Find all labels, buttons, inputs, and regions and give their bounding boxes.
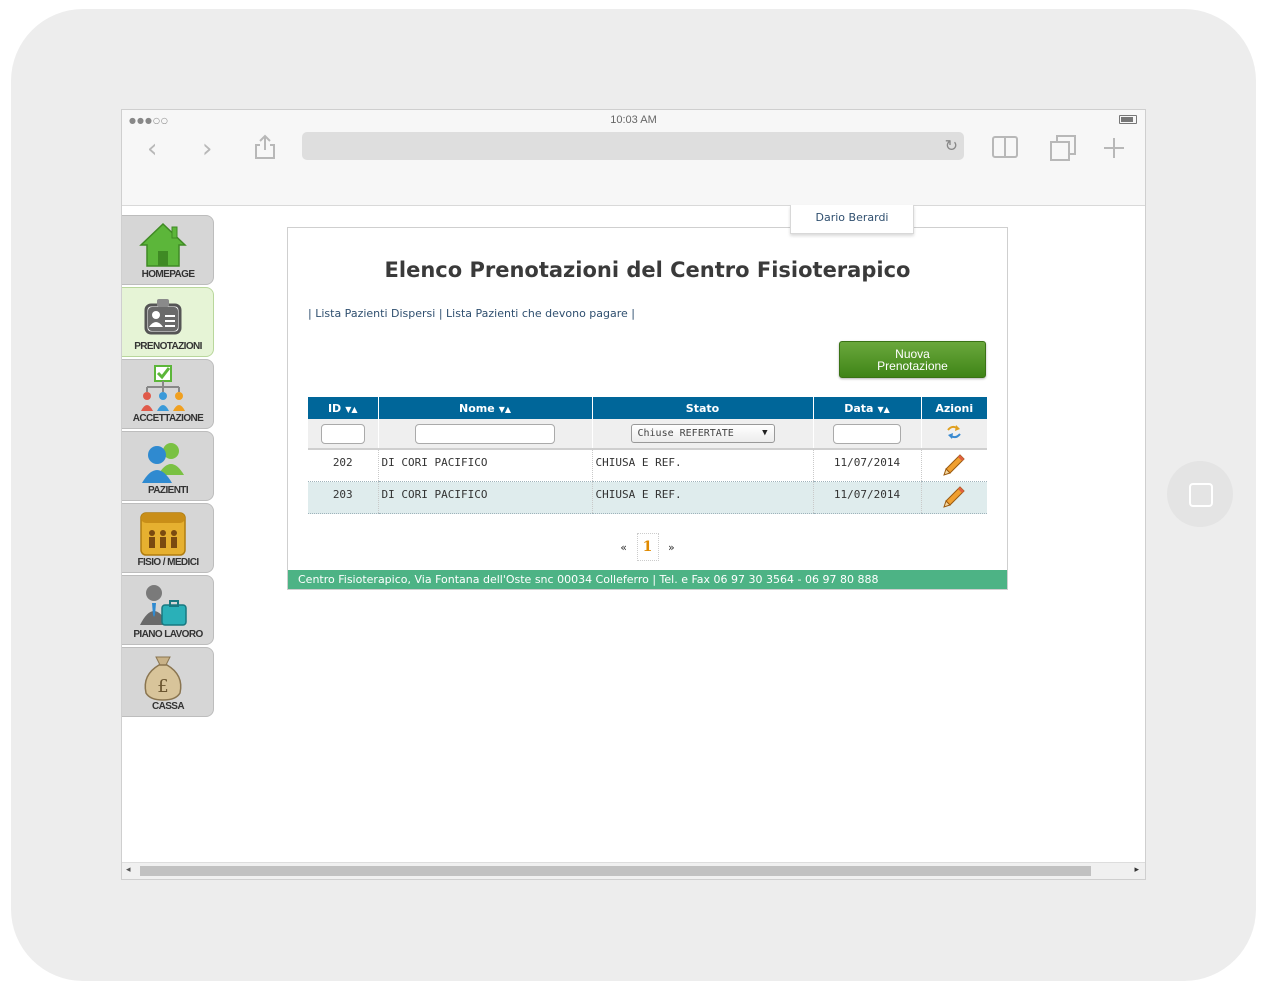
cell-id: 202 <box>308 449 378 482</box>
column-header-data[interactable]: Data ▼▲ <box>812 397 921 419</box>
link-pazienti-da-pagare[interactable]: Lista Pazienti che devono pagare <box>446 307 628 320</box>
cell-nome: DI CORI PACIFICO <box>377 481 592 514</box>
cell-data: 11/07/2014 <box>812 481 921 514</box>
column-header-id[interactable]: ID ▼▲ <box>308 397 378 419</box>
sidebar-item-accettazione[interactable]: ACCETTAZIONE <box>122 359 214 429</box>
cell-azioni <box>920 449 987 482</box>
link-separator: | <box>631 307 636 320</box>
back-icon[interactable]: ‹ <box>147 136 157 162</box>
sidebar-item-label: PIANO LAVORO <box>133 629 203 640</box>
users-icon <box>142 443 184 483</box>
home-icon <box>139 222 187 267</box>
horizontal-scrollbar[interactable]: ◂ ▸ <box>122 862 1145 879</box>
footer: Centro Fisioterapico, Via Fontana dell'O… <box>288 570 1007 589</box>
sidebar-item-label: PAZIENTI <box>147 485 189 496</box>
user-menu[interactable]: Dario Berardi <box>790 205 914 234</box>
pager-prev[interactable]: « <box>620 541 627 554</box>
link-separator: | <box>308 307 312 320</box>
header-label: Nome <box>459 401 495 415</box>
filter-row: Chiuse REFERTATE ▼ <box>308 419 987 450</box>
filter-stato-select[interactable]: Chiuse REFERTATE ▼ <box>630 424 775 443</box>
forward-icon[interactable]: › <box>202 136 212 162</box>
pager-page-current[interactable]: 1 <box>636 533 659 561</box>
sidebar-item-label: PRENOTAZIONI <box>134 341 202 352</box>
cell-nome: DI CORI PACIFICO <box>377 449 592 482</box>
cell-data: 11/07/2014 <box>812 449 921 482</box>
status-time: 10:03 AM <box>610 114 657 126</box>
id-card-icon <box>144 299 182 335</box>
link-pazienti-dispersi[interactable]: Lista Pazienti Dispersi <box>315 307 435 320</box>
reload-icon[interactable]: ↻ <box>945 136 958 155</box>
cell-stato: CHIUSA E REF. <box>591 449 813 482</box>
reset-filter-icon[interactable] <box>945 424 963 440</box>
sidebar-item-fisio-medici[interactable]: FISIO / MEDICI <box>122 503 214 573</box>
new-tab-icon[interactable] <box>1103 137 1125 163</box>
header-label: ID <box>327 401 342 415</box>
bookings-table: ID ▼▲ Nome ▼▲ Stato Data ▼▲ Azioni Chiuse R… <box>308 397 987 514</box>
filter-data-input[interactable] <box>833 423 901 444</box>
page-title: Elenco Prenotazioni del Centro Fisiotera… <box>384 258 911 282</box>
sidebar-item-cassa[interactable]: £ CASSA <box>122 647 214 717</box>
share-icon[interactable] <box>254 134 276 164</box>
svg-text:£: £ <box>157 676 168 697</box>
sidebar-item-label: ACCETTAZIONE <box>132 413 204 424</box>
header-label: Data <box>844 401 874 415</box>
select-value: Chiuse REFERTATE <box>637 428 734 439</box>
column-header-nome[interactable]: Nome ▼▲ <box>377 397 592 419</box>
sidebar-item-label: FISIO / MEDICI <box>137 557 199 568</box>
table-row[interactable]: 203 DI CORI PACIFICO CHIUSA E REF. 11/07… <box>308 481 987 514</box>
main-panel: Elenco Prenotazioni del Centro Fisiotera… <box>287 227 1008 590</box>
sidebar-item-label: HOMEPAGE <box>141 269 195 280</box>
column-header-azioni: Azioni <box>920 397 987 419</box>
sort-arrows-icon[interactable]: ▼▲ <box>345 405 357 414</box>
scroll-right-icon[interactable]: ▸ <box>1134 865 1139 875</box>
battery-icon <box>1119 115 1137 124</box>
sort-arrows-icon[interactable]: ▼▲ <box>499 405 511 414</box>
edit-pencil-icon[interactable] <box>942 485 966 509</box>
link-separator: | <box>438 307 443 320</box>
dropdown-arrow-icon: ▼ <box>762 428 768 438</box>
sidebar-item-pazienti[interactable]: PAZIENTI <box>122 431 214 501</box>
sidebar-nav: HOMEPAGE PRENOTAZIONI ACCETTAZIONE PAZIE… <box>122 215 214 719</box>
team-folder-icon <box>140 512 186 556</box>
cell-stato: CHIUSA E REF. <box>591 481 813 514</box>
tabs-icon[interactable] <box>1050 135 1076 165</box>
scroll-left-icon[interactable]: ◂ <box>126 865 131 875</box>
status-bar: ●●●○○ 10:03 AM <box>122 110 1145 130</box>
edit-pencil-icon[interactable] <box>942 453 966 477</box>
bookmarks-icon[interactable] <box>992 136 1018 162</box>
browser-toolbar: ●●●○○ 10:03 AM ‹ › ↻ <box>122 110 1145 206</box>
cell-azioni <box>920 481 987 514</box>
sort-arrows-icon[interactable]: ▼▲ <box>877 405 889 414</box>
filter-nome-input[interactable] <box>415 423 555 444</box>
address-bar[interactable]: ↻ <box>302 132 964 160</box>
button-label-line2: Prenotazione <box>877 358 948 373</box>
money-bag-icon: £ <box>144 656 182 701</box>
worker-briefcase-icon <box>140 585 187 626</box>
home-square-icon <box>1189 483 1213 507</box>
browser-screen: ●●●○○ 10:03 AM ‹ › ↻ HOMEPAGE PRENOTAZIO… <box>121 109 1146 880</box>
sidebar-item-prenotazioni[interactable]: PRENOTAZIONI <box>122 287 214 357</box>
quick-links: | Lista Pazienti Dispersi | Lista Pazien… <box>308 307 635 320</box>
pager-next[interactable]: » <box>668 541 675 554</box>
filter-id-input[interactable] <box>320 423 365 444</box>
sidebar-item-label: CASSA <box>151 701 185 712</box>
cell-id: 203 <box>308 481 378 514</box>
hierarchy-check-icon <box>141 365 185 411</box>
scrollbar-thumb[interactable] <box>140 866 1091 876</box>
sidebar-item-piano-lavoro[interactable]: PIANO LAVORO <box>122 575 214 645</box>
new-booking-button[interactable]: Nuova Prenotazione <box>839 341 986 378</box>
table-row[interactable]: 202 DI CORI PACIFICO CHIUSA E REF. 11/07… <box>308 449 987 482</box>
column-header-stato: Stato <box>591 397 813 419</box>
pagination: « 1 » <box>288 533 1007 561</box>
sidebar-item-homepage[interactable]: HOMEPAGE <box>122 215 214 285</box>
